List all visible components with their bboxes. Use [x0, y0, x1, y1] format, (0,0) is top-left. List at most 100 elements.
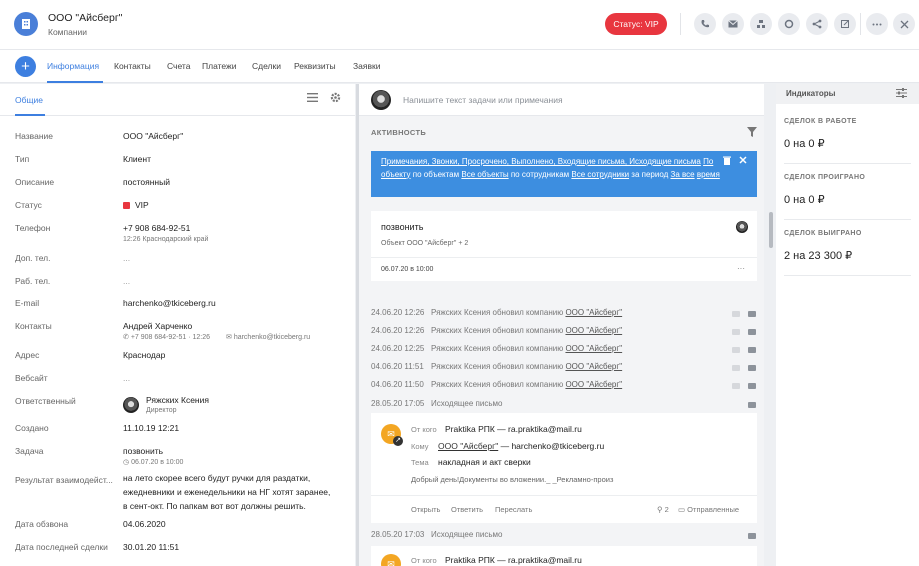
field-value-call-date[interactable]: 04.06.2020	[123, 519, 166, 529]
more-icon[interactable]	[866, 13, 888, 35]
field-value-type[interactable]: Клиент	[123, 154, 151, 164]
indicator-divider	[784, 275, 911, 276]
menu-icon[interactable]	[307, 93, 318, 105]
field-value-task[interactable]: позвонить	[123, 446, 163, 456]
filter-all-objects-link[interactable]: Все объекты	[461, 170, 508, 179]
field-label-description: Описание	[15, 177, 55, 187]
filter-all-time-link-2[interactable]: время	[697, 170, 720, 179]
call-result-line-3[interactable]: в сент-окт. По папкам вот вот должны реш…	[123, 501, 306, 511]
top-bar: ООО "Айсберг" Компании Статус: VIP	[0, 0, 919, 50]
scrollbar-thumb[interactable]	[769, 212, 773, 248]
mail-card[interactable]: ✉ От кого Praktika РПК — ra.praktika@mai…	[371, 546, 757, 566]
call-result-line-2[interactable]: ежедневники и еженедельники на НГ хотят …	[123, 487, 330, 497]
log-link[interactable]: ООО "Айсберг"	[565, 308, 622, 317]
add-button[interactable]: +	[15, 56, 36, 77]
phone-small-icon: ✆	[123, 334, 131, 341]
filter-types-link[interactable]: Примечания, Звонки, Просрочено, Выполнен…	[381, 157, 701, 166]
indicator-value[interactable]: 0 на 0 ₽	[784, 193, 825, 206]
tab-invoices[interactable]: Счета	[167, 61, 190, 71]
comment-icon[interactable]	[748, 329, 756, 335]
status-button[interactable]: Статус: VIP	[605, 13, 667, 35]
mail-reply-button[interactable]: Ответить	[451, 505, 483, 514]
filter-text-period: за период	[631, 169, 669, 179]
field-value-work-phone[interactable]: ...	[123, 276, 130, 286]
mail-open-button[interactable]: Открыть	[411, 505, 440, 514]
comment-icon[interactable]	[748, 365, 756, 371]
edit-icon[interactable]	[732, 347, 740, 353]
mail-forward-button[interactable]: Переслать	[495, 505, 532, 514]
log-date: 24.06.20 12:25	[371, 344, 425, 353]
edit-icon[interactable]	[732, 383, 740, 389]
task-input-bar[interactable]: Напишите текст задачи или примечания	[359, 84, 764, 116]
field-value-status[interactable]: VIP	[123, 200, 149, 210]
field-value-description[interactable]: постоянный	[123, 177, 170, 187]
edit-icon[interactable]	[732, 365, 740, 371]
edit-icon[interactable]	[732, 329, 740, 335]
sliders-icon[interactable]	[896, 88, 907, 100]
tab-contacts[interactable]: Контакты	[114, 61, 151, 71]
contact-email[interactable]: ✉ harchenko@tkiceberg.ru	[226, 333, 310, 341]
comment-icon[interactable]	[748, 402, 756, 408]
field-value-email[interactable]: harchenko@tkiceberg.ru	[123, 298, 216, 308]
indicators-panel: Индикаторы СДЕЛОК В РАБОТЕ 0 на 0 ₽ СДЕЛ…	[776, 84, 919, 566]
task-card[interactable]: позвонить Объект ООО "Айсберг" + 2 06.07…	[371, 211, 757, 281]
field-value-address[interactable]: Краснодар	[123, 350, 165, 360]
field-value-created: 11.10.19 12:21	[123, 423, 180, 433]
circle-icon[interactable]	[778, 13, 800, 35]
close-filter-icon[interactable]	[739, 156, 747, 169]
filter-icon[interactable]	[747, 127, 757, 139]
log-text-main: Ряжских Ксения обновил компанию	[431, 380, 564, 389]
contact-name[interactable]: Андрей Харченко	[123, 321, 192, 331]
comment-icon[interactable]	[748, 347, 756, 353]
log-text: Исходящее письмо	[431, 399, 503, 408]
tab-payments[interactable]: Платежи	[202, 61, 236, 71]
comment-icon[interactable]	[748, 383, 756, 389]
tab-requests[interactable]: Заявки	[353, 61, 380, 71]
call-result-line-1[interactable]: на лето скорее всего будут ручки для раз…	[123, 473, 310, 483]
edit-icon[interactable]	[732, 311, 740, 317]
settings-gear-icon[interactable]	[330, 92, 341, 106]
section-title[interactable]: Общие	[15, 95, 43, 105]
trash-icon[interactable]	[723, 156, 731, 170]
external-link-icon[interactable]	[834, 13, 856, 35]
contact-phone[interactable]: ✆ +7 908 684-92-51 · 12:26	[123, 333, 210, 341]
log-text: Ряжских Ксения обновил компанию ООО "Айс…	[431, 326, 622, 335]
comment-icon[interactable]	[748, 311, 756, 317]
filter-all-employees-link[interactable]: Все сотрудники	[571, 170, 629, 179]
attachments-count: 2	[664, 505, 669, 514]
log-text: Исходящее письмо	[431, 530, 503, 539]
mail-subject-label: Тема	[411, 458, 429, 467]
field-value-extra-phone[interactable]: ...	[123, 253, 130, 263]
task-input[interactable]: Напишите текст задачи или примечания	[403, 95, 563, 105]
indicator-value[interactable]: 2 на 23 300 ₽	[784, 249, 852, 262]
task-more-icon[interactable]: ···	[737, 264, 745, 273]
outgoing-arrow-icon: ↗	[393, 436, 403, 446]
tab-deals[interactable]: Сделки	[252, 61, 281, 71]
log-link[interactable]: ООО "Айсберг"	[565, 362, 622, 371]
log-link[interactable]: ООО "Айсберг"	[565, 380, 622, 389]
tab-requisites[interactable]: Реквизиты	[294, 61, 336, 71]
tab-info[interactable]: Информация	[47, 61, 99, 71]
phone-icon[interactable]	[694, 13, 716, 35]
close-icon[interactable]	[893, 13, 915, 35]
filter-object-link-1[interactable]: По	[703, 157, 713, 166]
org-icon[interactable]	[750, 13, 772, 35]
indicator-value[interactable]: 0 на 0 ₽	[784, 137, 825, 150]
filter-object-link-2[interactable]: объекту	[381, 170, 411, 179]
log-link[interactable]: ООО "Айсберг"	[565, 326, 622, 335]
attachments[interactable]: ⚲ 2	[657, 505, 669, 514]
task-card-title[interactable]: позвонить	[381, 222, 423, 232]
mail-card[interactable]: ✉ ↗ От кого Praktika РПК — ra.praktika@m…	[371, 413, 757, 523]
indicator-label: СДЕЛОК ВЫИГРАНО	[784, 230, 862, 237]
mail-to-link[interactable]: ООО "Айсберг"	[438, 441, 498, 451]
mail-icon[interactable]	[722, 13, 744, 35]
responsible-name[interactable]: Ряжских Ксения	[146, 395, 209, 405]
mail-preview: Добрый день!Документы во вложении._ _Рек…	[411, 475, 614, 484]
field-value-website[interactable]: ...	[123, 373, 130, 383]
field-value-phone[interactable]: +7 908 684-92-51	[123, 223, 190, 233]
field-value-name[interactable]: ООО "Айсберг"	[123, 131, 183, 141]
comment-icon[interactable]	[748, 533, 756, 539]
log-link[interactable]: ООО "Айсберг"	[565, 344, 622, 353]
share-icon[interactable]	[806, 13, 828, 35]
filter-all-time-link-1[interactable]: За все	[671, 170, 695, 179]
